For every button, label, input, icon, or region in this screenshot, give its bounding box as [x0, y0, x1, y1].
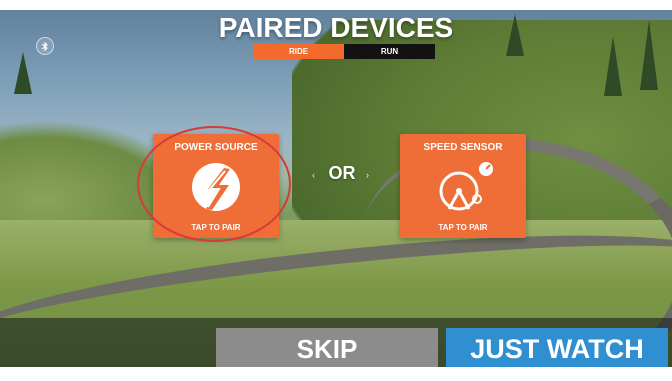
chevron-right-icon: ›	[366, 170, 369, 180]
highlight-ring	[137, 126, 291, 242]
background-tree	[604, 36, 622, 96]
sport-tabs: RIDE RUN	[253, 44, 435, 59]
just-watch-button[interactable]: JUST WATCH	[446, 328, 668, 370]
bottom-border	[0, 367, 672, 381]
speed-sensor-icon	[400, 158, 526, 216]
page-title: PAIRED DEVICES	[218, 12, 454, 43]
speed-sensor-footer: TAP TO PAIR	[438, 223, 488, 232]
background-tree	[640, 20, 658, 90]
bluetooth-icon	[36, 37, 54, 55]
speed-sensor-card[interactable]: SPEED SENSOR TAP TO PAIR	[400, 134, 526, 238]
speed-sensor-title: SPEED SENSOR	[423, 142, 503, 153]
tab-ride[interactable]: RIDE	[253, 44, 344, 59]
tab-run[interactable]: RUN	[344, 44, 435, 59]
top-border	[0, 0, 672, 10]
or-label: OR	[328, 163, 356, 183]
paired-devices-screen: PAIRED DEVICES RIDE RUN POWER SOURCE TAP…	[0, 0, 672, 381]
background-tree	[14, 52, 32, 94]
skip-button[interactable]: SKIP	[216, 328, 438, 370]
